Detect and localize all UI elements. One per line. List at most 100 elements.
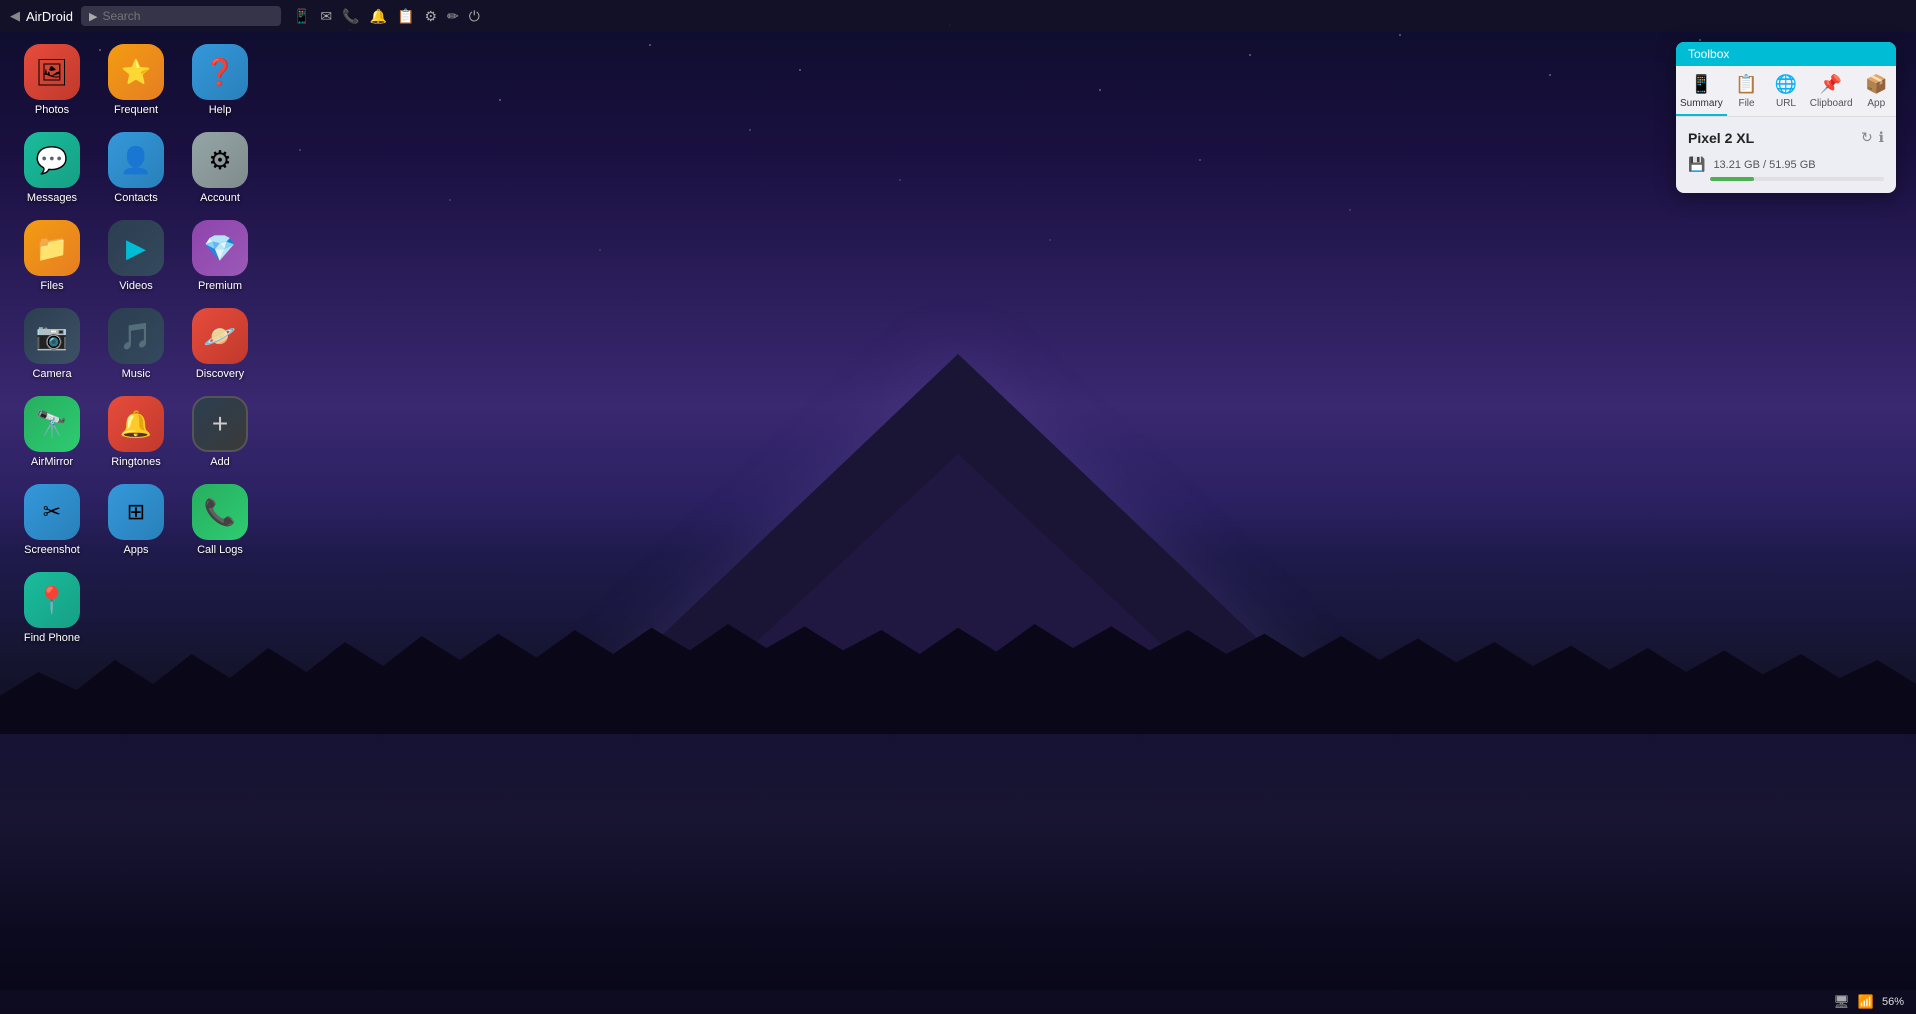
apps-icon: ⊞ [108, 484, 164, 540]
clipboard-tab-label: Clipboard [1810, 98, 1853, 109]
app-photos[interactable]: 🖼 Photos [12, 40, 92, 120]
app-camera[interactable]: 📷 Camera [12, 304, 92, 384]
app-help[interactable]: ❓ Help [180, 40, 260, 120]
tab-summary[interactable]: 📱 Summary [1676, 66, 1727, 116]
app-files[interactable]: 📁 Files [12, 216, 92, 296]
tab-app[interactable]: 📦 App [1857, 66, 1896, 116]
app-add[interactable]: + Add [180, 392, 260, 472]
search-bar[interactable]: ▶ [81, 6, 281, 26]
info-button[interactable]: ℹ [1879, 129, 1884, 146]
summary-tab-icon: 📱 [1690, 74, 1712, 95]
files-label: Files [40, 280, 63, 292]
findphone-icon: 📍 [24, 572, 80, 628]
power-icon[interactable]: ⏻ [469, 8, 480, 25]
storage-text: 13.21 GB / 51.95 GB [1713, 159, 1815, 171]
search-input[interactable] [102, 9, 262, 23]
bottombar: 🖥 📶 56% [0, 990, 1916, 1014]
edit-icon[interactable]: ✏ [447, 8, 459, 25]
file-tab-icon: 📋 [1735, 74, 1757, 95]
toolbox-panel: Toolbox 📱 Summary 📋 File 🌐 URL 📌 Clipboa… [1676, 42, 1896, 193]
frequent-icon: ⭐ [108, 44, 164, 100]
gear-icon[interactable]: ⚙ [424, 8, 437, 25]
device-header: Pixel 2 XL ↻ ℹ [1688, 129, 1884, 146]
brand-label: AirDroid [26, 9, 73, 24]
contacts-icon: 👤 [108, 132, 164, 188]
airmirror-label: AirMirror [31, 456, 73, 468]
messages-icon: 💬 [24, 132, 80, 188]
app-frequent[interactable]: ⭐ Frequent [96, 40, 176, 120]
summary-tab-label: Summary [1680, 98, 1723, 109]
photos-label: Photos [35, 104, 69, 116]
battery-level: 56% [1882, 996, 1904, 1008]
app-ringtones[interactable]: 🔔 Ringtones [96, 392, 176, 472]
app-contacts[interactable]: 👤 Contacts [96, 128, 176, 208]
device-actions: ↻ ℹ [1861, 129, 1884, 146]
app-music[interactable]: 🎵 Music [96, 304, 176, 384]
account-label: Account [200, 192, 240, 204]
storage-bar-wrapper [1710, 177, 1884, 181]
ringtones-label: Ringtones [111, 456, 161, 468]
app-airmirror[interactable]: 🔭 AirMirror [12, 392, 92, 472]
add-label: Add [210, 456, 230, 468]
app-videos[interactable]: ▶ Videos [96, 216, 176, 296]
screenshot-icon: ✂ [24, 484, 80, 540]
app-findphone[interactable]: 📍 Find Phone [12, 568, 92, 648]
photos-icon: 🖼 [24, 44, 80, 100]
screenshot-label: Screenshot [24, 544, 80, 556]
calllogs-label: Call Logs [197, 544, 243, 556]
wifi-status-icon: 📶 [1858, 994, 1874, 1010]
findphone-label: Find Phone [24, 632, 80, 644]
apps-label: Apps [123, 544, 148, 556]
phone-icon[interactable]: 📞 [342, 8, 359, 25]
toolbox-label: Toolbox [1688, 47, 1729, 61]
device-icon[interactable]: 📱 [293, 8, 310, 25]
storage-icon: 💾 [1688, 156, 1705, 173]
bell-icon[interactable]: 🔔 [370, 8, 387, 25]
file-tab-label: File [1738, 98, 1754, 109]
app-screenshot[interactable]: ✂ Screenshot [12, 480, 92, 560]
app-account[interactable]: ⚙ Account [180, 128, 260, 208]
app-apps[interactable]: ⊞ Apps [96, 480, 176, 560]
music-icon: 🎵 [108, 308, 164, 364]
topbar-icons: 📱 ✉ 📞 🔔 📋 ⚙ ✏ ⏻ [293, 8, 480, 25]
mail-icon[interactable]: ✉ [320, 8, 332, 25]
tab-clipboard[interactable]: 📌 Clipboard [1806, 66, 1857, 116]
files-icon: 📁 [24, 220, 80, 276]
device-name: Pixel 2 XL [1688, 130, 1754, 146]
premium-label: Premium [198, 280, 242, 292]
help-icon: ❓ [192, 44, 248, 100]
add-icon: + [192, 396, 248, 452]
screen-icon: 🖥 [1833, 994, 1850, 1010]
app-tab-icon: 📦 [1865, 74, 1887, 95]
topbar-brand: ◀ AirDroid [10, 8, 73, 24]
clipboard-tab-icon: 📌 [1820, 74, 1842, 95]
clipboard-icon[interactable]: 📋 [397, 8, 414, 25]
app-tab-label: App [1867, 98, 1885, 109]
app-premium[interactable]: 💎 Premium [180, 216, 260, 296]
storage-total: 51.95 GB [1769, 159, 1815, 171]
account-icon: ⚙ [192, 132, 248, 188]
airmirror-icon: 🔭 [24, 396, 80, 452]
videos-label: Videos [119, 280, 152, 292]
search-icon: ▶ [89, 10, 97, 23]
app-messages[interactable]: 💬 Messages [12, 128, 92, 208]
help-label: Help [209, 104, 232, 116]
topbar: ◀ AirDroid ▶ 📱 ✉ 📞 🔔 📋 ⚙ ✏ ⏻ [0, 0, 1916, 32]
refresh-button[interactable]: ↻ [1861, 129, 1873, 146]
videos-icon: ▶ [108, 220, 164, 276]
camera-icon: 📷 [24, 308, 80, 364]
back-arrow-icon[interactable]: ◀ [10, 8, 20, 24]
frequent-label: Frequent [114, 104, 158, 116]
messages-label: Messages [27, 192, 77, 204]
premium-icon: 💎 [192, 220, 248, 276]
music-label: Music [122, 368, 151, 380]
url-tab-icon: 🌐 [1775, 74, 1797, 95]
app-discovery[interactable]: 🪐 Discovery [180, 304, 260, 384]
toolbox-tabs: 📱 Summary 📋 File 🌐 URL 📌 Clipboard 📦 App [1676, 66, 1896, 117]
tab-url[interactable]: 🌐 URL [1766, 66, 1805, 116]
app-calllogs[interactable]: 📞 Call Logs [180, 480, 260, 560]
camera-label: Camera [32, 368, 71, 380]
toolbox-device-section: Pixel 2 XL ↻ ℹ 💾 13.21 GB / 51.95 GB [1676, 117, 1896, 193]
toolbox-header: Toolbox [1676, 42, 1896, 66]
tab-file[interactable]: 📋 File [1727, 66, 1766, 116]
